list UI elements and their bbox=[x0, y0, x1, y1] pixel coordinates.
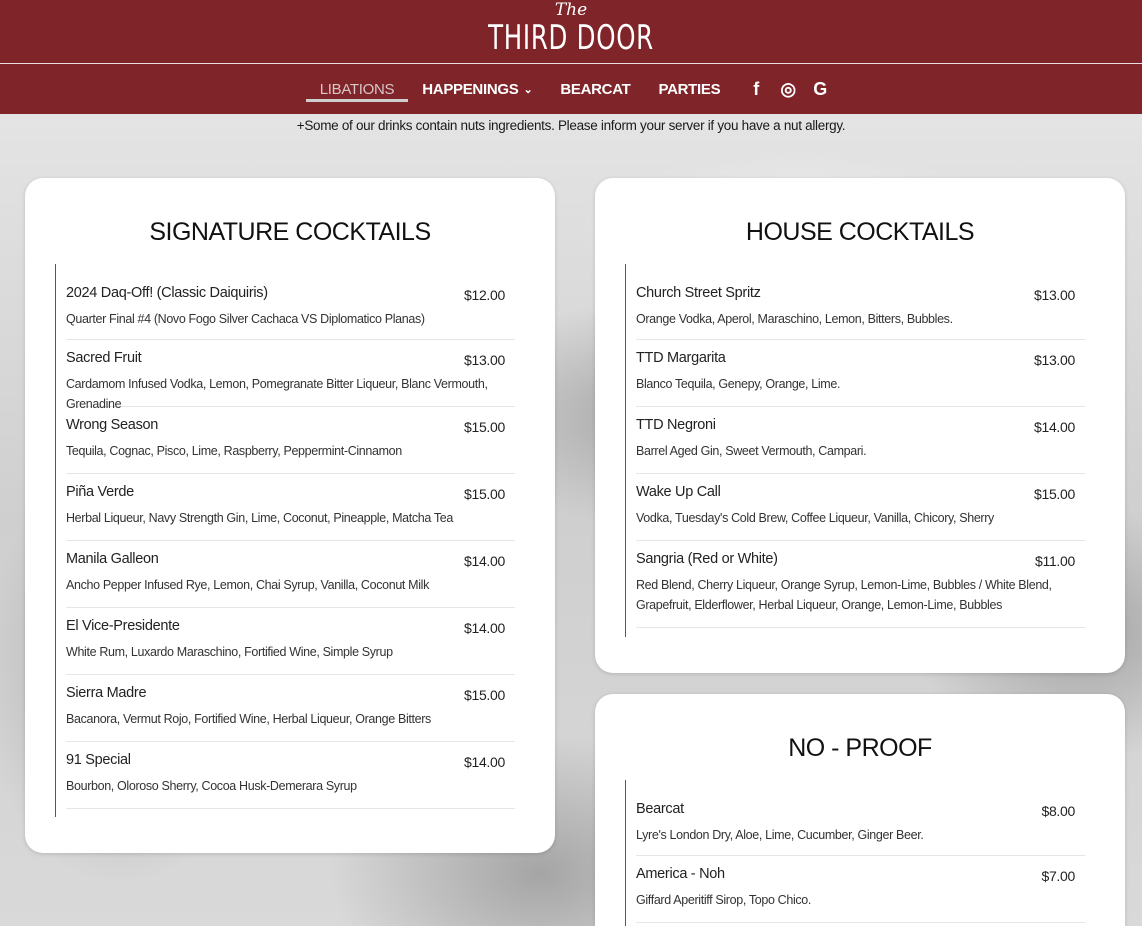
nav-libations-label: LIBATIONS bbox=[319, 80, 395, 98]
menu-item-price: $11.00 bbox=[1035, 553, 1075, 569]
signature-cocktails-card: SIGNATURE COCKTAILS 2024 Daq-Off! (Class… bbox=[25, 178, 555, 853]
menu-item-description: White Rum, Luxardo Maraschino, Fortified… bbox=[66, 645, 393, 659]
main-nav: LIBATIONS HAPPENINGS ⌄ BEARCAT PARTIES f … bbox=[0, 64, 1142, 114]
menu-item-name: America - Noh bbox=[636, 866, 725, 882]
menu-item-description: Ancho Pepper Infused Rye, Lemon, Chai Sy… bbox=[66, 578, 429, 592]
house-cocktails-card: HOUSE COCKTAILS Church Street Spritz Oran… bbox=[595, 178, 1125, 673]
menu-item-description: Herbal Liqueur, Navy Strength Gin, Lime,… bbox=[66, 511, 453, 525]
menu-list: Bearcat Lyre's London Dry, Aloe, Lime, Cu… bbox=[625, 780, 1085, 926]
nav-parties[interactable]: PARTIES bbox=[644, 64, 734, 114]
menu-item-name: 2024 Daq-Off! (Classic Daiquiris) bbox=[66, 285, 268, 301]
menu-item-price: $15.00 bbox=[463, 419, 505, 435]
site-header: The THIRD DOOR LIBATIONS HAPPENINGS ⌄ BEA… bbox=[0, 0, 1142, 114]
menu-item-description: Bacanora, Vermut Rojo, Fortified Wine, H… bbox=[66, 712, 431, 726]
menu-item-description: Bourbon, Oloroso Sherry, Cocoa Husk-Deme… bbox=[66, 779, 357, 793]
menu-list: 2024 Daq-Off! (Classic Daiquiris) Quarter… bbox=[55, 264, 515, 817]
section-title: SIGNATURE COCKTAILS bbox=[149, 218, 431, 246]
facebook-icon[interactable]: f bbox=[740, 64, 772, 114]
menu-item: El Vice-Presidente White Rum, Luxardo Mar… bbox=[66, 608, 515, 675]
menu-item-name: Manila Galleon bbox=[66, 551, 159, 567]
site-logo[interactable]: The THIRD DOOR bbox=[0, 0, 1142, 62]
nav-libations[interactable]: LIBATIONS bbox=[305, 64, 409, 114]
no-proof-card: NO - PROOF Bearcat Lyre's London Dry, Alo… bbox=[595, 694, 1125, 926]
menu-item-description: Vodka, Tuesday's Cold Brew, Coffee Lique… bbox=[636, 511, 994, 525]
menu-item-description: Tequila, Cognac, Pisco, Lime, Raspberry,… bbox=[66, 444, 402, 458]
nav-happenings[interactable]: HAPPENINGS ⌄ bbox=[408, 64, 546, 114]
social-links: f ◎ G bbox=[740, 64, 836, 114]
menu-item: Wake Up Call Vodka, Tuesday's Cold Brew, … bbox=[636, 474, 1085, 541]
menu-item-price: $14.00 bbox=[463, 620, 505, 636]
menu-item-name: Wake Up Call bbox=[636, 484, 721, 500]
menu-item-name: El Vice-Presidente bbox=[66, 618, 180, 634]
menu-item: 2024 Daq-Off! (Classic Daiquiris) Quarter… bbox=[66, 264, 515, 340]
menu-item: Sacred Fruit Cardamom Infused Vodka, Lemo… bbox=[66, 340, 515, 411]
menu-item: Bearcat Lyre's London Dry, Aloe, Lime, Cu… bbox=[636, 780, 1085, 856]
menu-item-description: Quarter Final #4 (Novo Fogo Silver Cacha… bbox=[66, 312, 425, 326]
instagram-icon[interactable]: ◎ bbox=[772, 64, 804, 114]
menu-item: Wrong Season Tequila, Cognac, Pisco, Lime… bbox=[66, 407, 515, 474]
menu-item: Sangria (Red or White) Red Blend, Cherry … bbox=[636, 541, 1085, 628]
menu-item-price: $13.00 bbox=[463, 352, 505, 368]
nav-parties-label: PARTIES bbox=[658, 80, 721, 98]
chevron-down-icon: ⌄ bbox=[523, 83, 533, 96]
menu-item-price: $7.00 bbox=[1041, 868, 1075, 884]
menu-item-name: Church Street Spritz bbox=[636, 285, 761, 301]
menu-item-price: $14.00 bbox=[1033, 419, 1075, 435]
menu-item-price: $12.00 bbox=[463, 287, 505, 303]
menu-list: Church Street Spritz Orange Vodka, Aperol… bbox=[625, 264, 1085, 637]
menu-item-price: $14.00 bbox=[463, 553, 505, 569]
logo-the: The bbox=[554, 0, 588, 20]
section-title: HOUSE COCKTAILS bbox=[745, 218, 975, 246]
menu-item: Sierra Madre Bacanora, Vermut Rojo, Forti… bbox=[66, 675, 515, 742]
menu-item-name: Piña Verde bbox=[66, 484, 134, 500]
menu-item: Church Street Spritz Orange Vodka, Aperol… bbox=[636, 264, 1085, 340]
menu-item: 91 Special Bourbon, Oloroso Sherry, Cocoa… bbox=[66, 742, 515, 809]
menu-item: TTD Negroni Barrel Aged Gin, Sweet Vermou… bbox=[636, 407, 1085, 474]
menu-item: Manila Galleon Ancho Pepper Infused Rye, … bbox=[66, 541, 515, 608]
google-icon[interactable]: G bbox=[804, 64, 836, 114]
nav-bearcat-label: BEARCAT bbox=[560, 80, 631, 98]
menu-item-price: $8.00 bbox=[1041, 803, 1075, 819]
menu-item-name: TTD Margarita bbox=[636, 350, 726, 366]
nav-happenings-label: HAPPENINGS bbox=[422, 80, 519, 98]
nav-bearcat[interactable]: BEARCAT bbox=[546, 64, 644, 114]
menu-item-description: Giffard Aperitiff Sirop, Topo Chico. bbox=[636, 893, 812, 907]
menu-item-price: $15.00 bbox=[1033, 486, 1075, 502]
menu-item-price: $14.00 bbox=[463, 754, 505, 770]
section-title: NO - PROOF bbox=[788, 734, 932, 762]
menu-item-name: Wrong Season bbox=[66, 417, 159, 433]
menu-item-name: 91 Special bbox=[66, 752, 131, 768]
menu-item-price: $13.00 bbox=[1033, 352, 1075, 368]
menu-item-description: Barrel Aged Gin, Sweet Vermouth, Campari… bbox=[636, 444, 867, 458]
menu-item: America - Noh Giffard Aperitiff Sirop, To… bbox=[636, 856, 1085, 923]
menu-item-name: Sangria (Red or White) bbox=[636, 551, 778, 567]
menu-item-description: Blanco Tequila, Genepy, Orange, Lime. bbox=[636, 377, 841, 391]
menu-item-description: Lyre's London Dry, Aloe, Lime, Cucumber,… bbox=[636, 828, 924, 842]
menu-item-description: Orange Vodka, Aperol, Maraschino, Lemon,… bbox=[636, 312, 953, 326]
menu-item-description: Red Blend, Cherry Liqueur, Orange Syrup,… bbox=[636, 578, 1052, 612]
menu-item-name: Sacred Fruit bbox=[66, 350, 142, 366]
menu-item-name: TTD Negroni bbox=[636, 417, 716, 433]
menu-item-price: $15.00 bbox=[463, 486, 505, 502]
nut-allergy-notice: +Some of our drinks contain nuts ingredi… bbox=[296, 118, 846, 133]
menu-item-name: Sierra Madre bbox=[66, 685, 147, 701]
menu-item: TTD Margarita Blanco Tequila, Genepy, Ora… bbox=[636, 340, 1085, 407]
logo-main: THIRD DOOR bbox=[488, 18, 654, 58]
menu-item-price: $13.00 bbox=[1033, 287, 1075, 303]
menu-item: Piña Verde Herbal Liqueur, Navy Strength … bbox=[66, 474, 515, 541]
menu-item-price: $15.00 bbox=[463, 687, 505, 703]
menu-item-name: Bearcat bbox=[636, 801, 684, 817]
